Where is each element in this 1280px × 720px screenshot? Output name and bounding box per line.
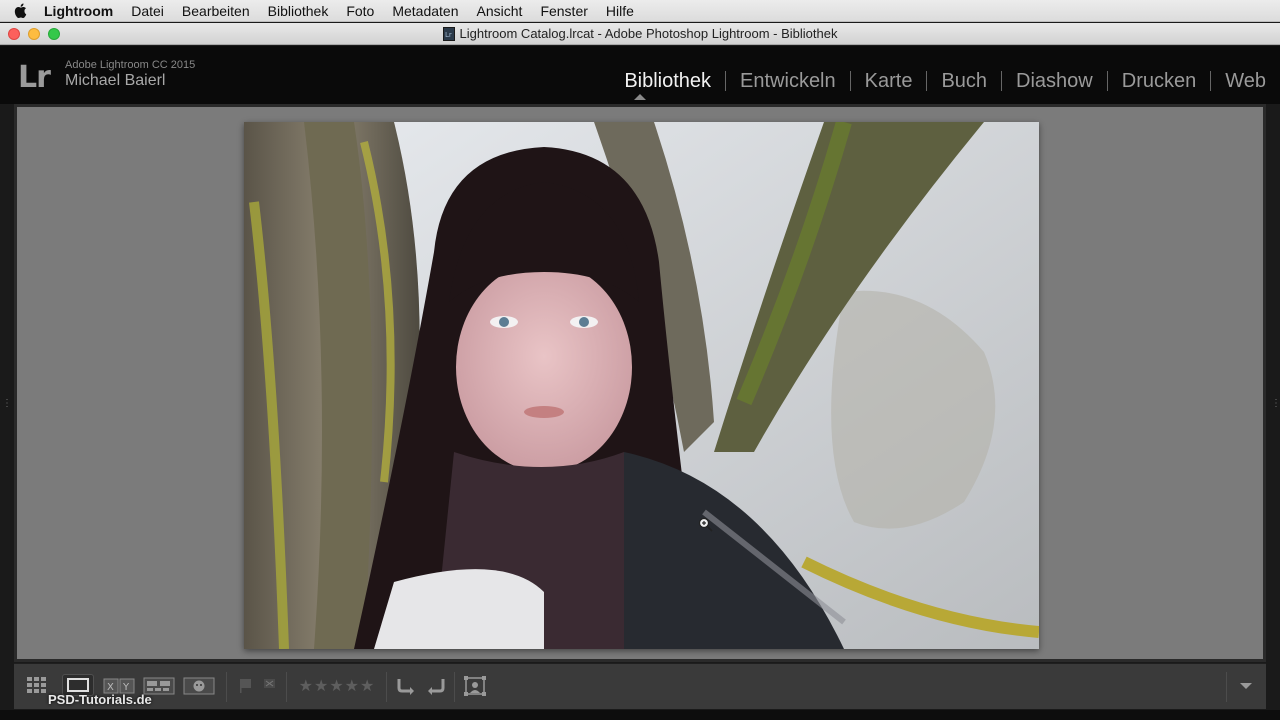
- window-controls: [8, 28, 60, 40]
- module-diashow[interactable]: Diashow: [1002, 69, 1107, 93]
- reject-flag-icon[interactable]: [260, 674, 280, 698]
- lightroom-logo: Lr: [18, 60, 51, 95]
- menu-metadaten[interactable]: Metadaten: [383, 0, 467, 22]
- module-picker: Bibliothek Entwickeln Karte Buch Diashow…: [610, 69, 1280, 93]
- right-panel-toggle-icon[interactable]: ⋮: [1271, 398, 1280, 412]
- watermark-text: PSD-Tutorials.de: [48, 692, 152, 707]
- crop-overlay-icon[interactable]: [462, 674, 488, 698]
- toolbar-separator: [454, 672, 455, 702]
- toolbar-separator: [1226, 672, 1227, 702]
- loupe-view-area[interactable]: [14, 104, 1266, 662]
- toolbar-options-chevron-down-icon[interactable]: [1240, 683, 1252, 689]
- identity-plate-bar: Lr Adobe Lightroom CC 2015 Michael Baier…: [0, 46, 1280, 104]
- toolbar-separator: [226, 672, 227, 702]
- product-name: Adobe Lightroom CC 2015: [65, 59, 196, 71]
- menu-ansicht[interactable]: Ansicht: [468, 0, 532, 22]
- people-view-icon[interactable]: [182, 674, 216, 698]
- menu-fenster[interactable]: Fenster: [531, 0, 596, 22]
- flag-icon[interactable]: [236, 674, 256, 698]
- toolbar-separator: [286, 672, 287, 702]
- star-rating[interactable]: ★★★★★: [294, 674, 380, 698]
- catalog-document-icon: Lr: [442, 26, 455, 41]
- library-toolbar: XY ★★★★★: [14, 663, 1266, 709]
- module-web[interactable]: Web: [1211, 69, 1280, 93]
- close-window-button[interactable]: [8, 28, 20, 40]
- svg-text:Lr: Lr: [445, 31, 452, 39]
- module-buch[interactable]: Buch: [927, 69, 1001, 93]
- macos-menu-bar: Lightroom Datei Bearbeiten Bibliothek Fo…: [0, 0, 1280, 22]
- menu-hilfe[interactable]: Hilfe: [597, 0, 643, 22]
- rotate-left-icon[interactable]: [394, 674, 418, 698]
- module-drucken[interactable]: Drucken: [1108, 69, 1210, 93]
- bottom-panel-bar: [0, 710, 1280, 720]
- photo-preview[interactable]: [244, 122, 1039, 649]
- rotate-right-icon[interactable]: [424, 674, 448, 698]
- minimize-window-button[interactable]: [28, 28, 40, 40]
- menu-lightroom[interactable]: Lightroom: [40, 0, 122, 22]
- menu-bibliothek[interactable]: Bibliothek: [259, 0, 338, 22]
- toolbar-separator: [386, 672, 387, 702]
- module-karte[interactable]: Karte: [851, 69, 927, 93]
- window-title: Lightroom Catalog.lrcat - Adobe Photosho…: [459, 26, 838, 41]
- menu-datei[interactable]: Datei: [122, 0, 173, 22]
- menu-foto[interactable]: Foto: [337, 0, 383, 22]
- portrait-photo: [244, 122, 1039, 649]
- zoom-cursor-icon: [698, 517, 713, 532]
- left-panel-toggle-icon[interactable]: ⋮: [2, 398, 12, 412]
- module-bibliothek[interactable]: Bibliothek: [610, 69, 725, 93]
- menu-bearbeiten[interactable]: Bearbeiten: [173, 0, 259, 22]
- window-title-bar: Lr Lightroom Catalog.lrcat - Adobe Photo…: [0, 23, 1280, 45]
- apple-icon[interactable]: [0, 3, 40, 18]
- user-name: Michael Baierl: [65, 72, 166, 89]
- fullscreen-window-button[interactable]: [48, 28, 60, 40]
- module-entwickeln[interactable]: Entwickeln: [726, 69, 850, 93]
- top-panel-toggle-icon[interactable]: [634, 94, 646, 100]
